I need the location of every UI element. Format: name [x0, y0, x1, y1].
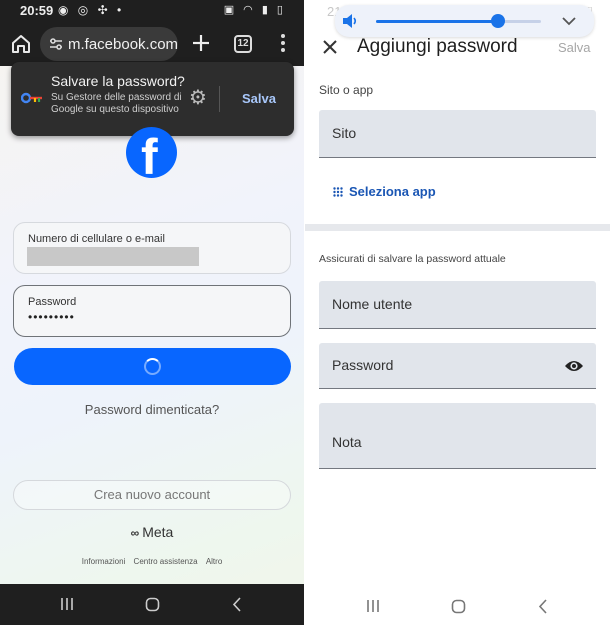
password-input[interactable]: Password: [319, 343, 596, 389]
new-tab-icon[interactable]: [191, 33, 211, 53]
volume-panel[interactable]: [335, 5, 594, 37]
redacted-value: [27, 247, 199, 266]
recent-apps-icon[interactable]: [60, 597, 74, 611]
save-password-button[interactable]: Salva: [242, 91, 276, 106]
home-nav-icon[interactable]: [145, 597, 160, 612]
screenshot-root: 20:59 ◉ ◎ ✣ • ▣ ◠ ▮ ▯ m.facebook.com/ 12…: [0, 0, 610, 625]
meta-infinity-icon: ∞: [130, 526, 140, 540]
volume-slider-handle[interactable]: [491, 14, 506, 28]
site-input[interactable]: Sito: [319, 110, 596, 158]
system-icons: ▣ ◠ ▮ ▯: [223, 4, 286, 16]
footer-link-help[interactable]: Centro assistenza: [134, 557, 198, 566]
notification-icons: ◉ ◎ ✣ •: [58, 3, 125, 17]
footer-link-info[interactable]: Informazioni: [82, 557, 126, 566]
volume-fill: [376, 20, 499, 23]
back-icon[interactable]: [538, 599, 548, 614]
username-input[interactable]: Nome utente: [319, 281, 596, 329]
right-phone-screen: 21:00 ▮ ◠ ▯ Aggiungi password Salva Sito…: [305, 0, 610, 625]
site-settings-icon[interactable]: [48, 36, 64, 52]
select-app-label: Seleziona app: [349, 184, 436, 199]
save-button[interactable]: Salva: [558, 40, 591, 55]
gear-icon[interactable]: ⚙: [189, 88, 209, 108]
site-section-label: Sito o app: [319, 83, 374, 97]
password-field[interactable]: Password •••••••••: [13, 285, 291, 337]
android-nav-bar: [0, 584, 304, 625]
login-button[interactable]: [14, 348, 291, 385]
note-input[interactable]: Nota: [319, 403, 596, 469]
url-text[interactable]: m.facebook.com/: [68, 36, 178, 53]
phone-email-field[interactable]: Numero di cellulare o e-mail: [13, 222, 291, 274]
meta-logo: ∞ Meta: [0, 524, 304, 540]
popup-divider: [219, 86, 220, 112]
note-placeholder: Nota: [332, 434, 362, 450]
save-password-subtitle: Su Gestore delle password di Google su q…: [51, 92, 182, 115]
close-icon[interactable]: [321, 38, 339, 56]
credentials-section-label: Assicurati di salvare la password attual…: [319, 253, 506, 265]
recent-apps-icon[interactable]: [366, 599, 380, 613]
android-nav-bar: [305, 588, 610, 625]
footer-link-more[interactable]: Altro: [206, 557, 222, 566]
more-menu-icon[interactable]: [280, 34, 286, 54]
address-bar[interactable]: m.facebook.com/: [40, 27, 178, 61]
create-account-button[interactable]: Crea nuovo account: [13, 480, 291, 510]
password-label: Password: [28, 296, 77, 308]
home-icon[interactable]: [10, 34, 32, 54]
forgot-password-link[interactable]: Password dimenticata?: [0, 402, 304, 417]
back-icon[interactable]: [232, 597, 242, 612]
select-app-button[interactable]: Seleziona app: [333, 184, 436, 199]
meta-wordmark: Meta: [142, 524, 174, 540]
loading-spinner-icon: [144, 358, 161, 375]
speaker-icon[interactable]: [341, 13, 359, 29]
save-password-title: Salvare la password?: [51, 73, 185, 89]
chevron-down-icon[interactable]: [561, 13, 577, 29]
status-bar: 20:59 ◉ ◎ ✣ • ▣ ◠ ▮ ▯: [0, 0, 304, 22]
save-password-prompt: Salvare la password? Su Gestore delle pa…: [11, 62, 294, 136]
password-value: •••••••••: [28, 310, 75, 324]
username-placeholder: Nome utente: [332, 296, 413, 312]
site-placeholder: Sito: [332, 125, 357, 141]
password-key-icon: [21, 92, 42, 104]
page-title: Aggiungi password: [357, 36, 518, 57]
password-placeholder: Password: [332, 357, 394, 373]
eye-icon[interactable]: [564, 359, 584, 373]
phone-email-label: Numero di cellulare o e-mail: [28, 233, 165, 245]
apps-grid-icon: [333, 187, 343, 197]
status-time: 20:59: [20, 3, 54, 18]
home-nav-icon[interactable]: [451, 599, 466, 614]
browser-toolbar: 20:59 ◉ ◎ ✣ • ▣ ◠ ▮ ▯ m.facebook.com/ 12: [0, 0, 304, 66]
section-divider: [305, 224, 610, 231]
facebook-logo: f: [126, 127, 177, 178]
footer-links: Informazioni Centro assistenza Altro: [0, 557, 304, 566]
left-phone-screen: 20:59 ◉ ◎ ✣ • ▣ ◠ ▮ ▯ m.facebook.com/ 12…: [0, 0, 304, 625]
tab-switcher-button[interactable]: 12: [234, 35, 252, 53]
